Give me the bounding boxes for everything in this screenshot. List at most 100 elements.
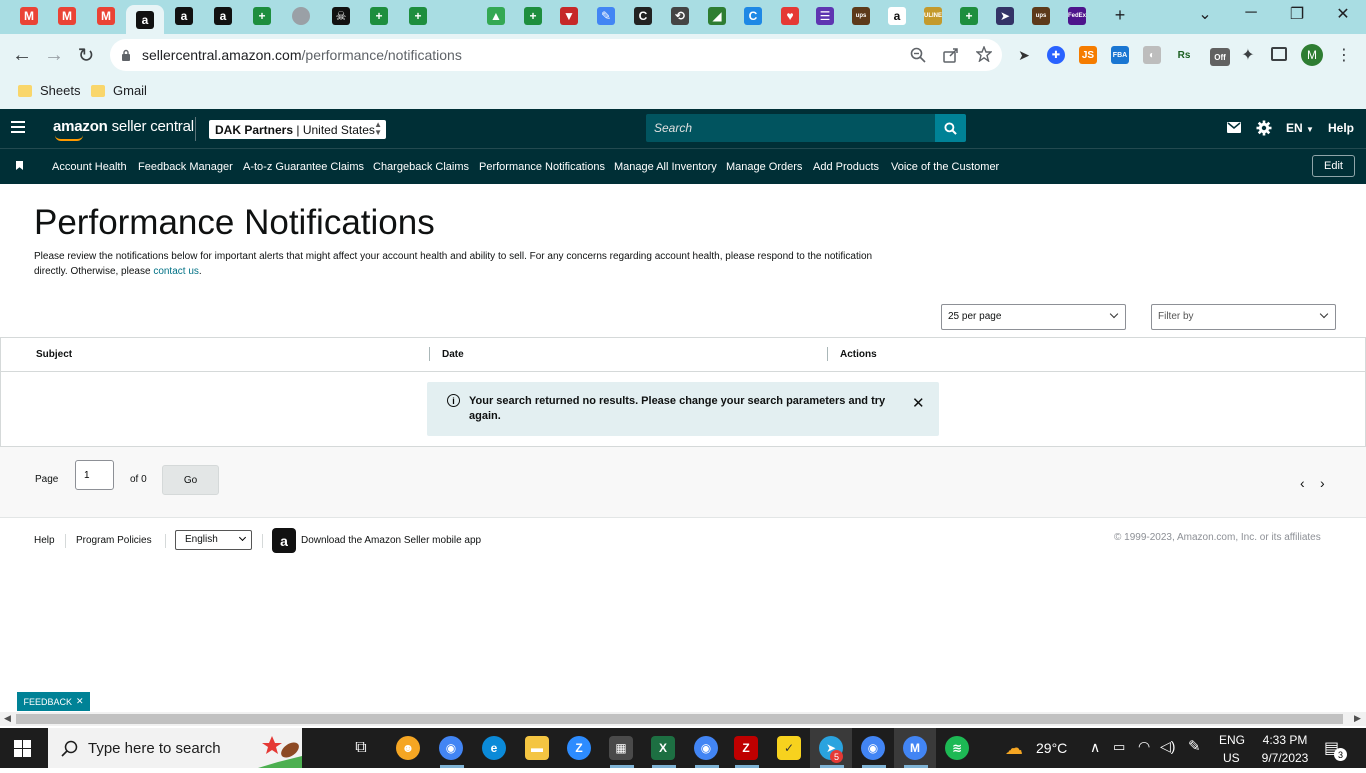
browser-tab[interactable]: ULINE	[922, 5, 944, 27]
app-emoji-icon[interactable]: ☻	[396, 736, 420, 760]
bookmark-sheets[interactable]: Sheets	[18, 83, 80, 98]
browser-tab[interactable]: ✎	[595, 5, 617, 27]
weather-icon[interactable]: ☁	[1005, 738, 1023, 759]
excel-icon[interactable]: X	[651, 736, 675, 760]
nav-manage-inventory[interactable]: Manage All Inventory	[614, 161, 717, 173]
feedback-tab[interactable]: FEEDBACK ✕	[17, 692, 90, 711]
weather-temp[interactable]: 29°C	[1036, 740, 1067, 756]
browser-tab[interactable]: M	[95, 5, 117, 27]
bookmark-star-icon[interactable]	[976, 46, 992, 62]
help-link[interactable]: Help	[1328, 121, 1354, 135]
browser-tab[interactable]: +	[407, 5, 429, 27]
next-page-icon[interactable]: ›	[1320, 475, 1325, 491]
new-tab-button[interactable]: +	[1105, 5, 1135, 26]
filter-by-select[interactable]: Filter by	[1151, 304, 1336, 330]
browser-tab[interactable]: ⟲	[669, 5, 691, 27]
browser-tab[interactable]: a	[886, 5, 908, 27]
calculator-icon[interactable]: ▦	[609, 736, 633, 760]
bookmark-icon[interactable]	[16, 161, 23, 170]
go-button[interactable]: Go	[162, 465, 219, 495]
reload-icon[interactable]: ↻	[73, 42, 99, 68]
close-icon[interactable]: ✕	[912, 394, 925, 412]
browser-tab[interactable]: ♥	[779, 5, 801, 27]
browser-tab[interactable]: C	[632, 5, 654, 27]
extension-off-icon[interactable]: Off	[1210, 48, 1230, 66]
close-icon[interactable]: ✕	[76, 696, 84, 707]
taskbar-search-box[interactable]: Type here to search	[48, 728, 302, 768]
zoom-icon[interactable]	[910, 47, 926, 63]
download-app-link[interactable]: Download the Amazon Seller mobile app	[301, 535, 481, 546]
extension-blue-icon[interactable]: ✚	[1047, 46, 1065, 64]
restore-button[interactable]: ❐	[1282, 4, 1312, 24]
volume-icon[interactable]: ◁)	[1160, 738, 1175, 755]
chrome-profile-icon[interactable]: ◉	[694, 736, 718, 760]
nav-voice-of-customer[interactable]: Voice of the Customer	[891, 161, 999, 173]
chrome-icon[interactable]: ◉	[861, 736, 885, 760]
browser-tab[interactable]	[446, 5, 468, 27]
browser-tab[interactable]	[290, 5, 312, 27]
browser-tab[interactable]: ➤	[994, 5, 1016, 27]
nav-manage-orders[interactable]: Manage Orders	[726, 161, 802, 173]
minimize-button[interactable]: ─	[1236, 4, 1266, 22]
clock[interactable]: 4:33 PM 9/7/2023	[1258, 733, 1312, 765]
browser-menu-icon[interactable]: ⋮	[1331, 42, 1357, 68]
scroll-left-icon[interactable]: ◀	[4, 713, 11, 724]
browser-tab[interactable]: M	[18, 5, 40, 27]
profile-avatar[interactable]: M	[1301, 44, 1323, 66]
edge-icon[interactable]: e	[482, 736, 506, 760]
browser-tab[interactable]: ▲	[485, 5, 507, 27]
browser-tab[interactable]: ▼	[558, 5, 580, 27]
extension-fba-icon[interactable]: FBA	[1111, 46, 1129, 64]
wifi-icon[interactable]: ◠	[1138, 738, 1150, 755]
nav-feedback-manager[interactable]: Feedback Manager	[138, 161, 233, 173]
pen-icon[interactable]: ✎	[1188, 737, 1201, 755]
nav-performance-notifications[interactable]: Performance Notifications	[479, 161, 605, 173]
seller-search-input[interactable]	[646, 114, 935, 142]
browser-tab[interactable]: ◢	[706, 5, 728, 27]
previous-page-icon[interactable]: ‹	[1300, 475, 1305, 491]
footer-help-link[interactable]: Help	[34, 535, 55, 546]
footer-language-select[interactable]: English	[175, 530, 252, 550]
browser-tab[interactable]: ups	[850, 5, 872, 27]
seller-central-logo[interactable]: amazon seller central	[53, 118, 194, 141]
extension-js-icon[interactable]: JS	[1079, 46, 1097, 64]
nav-a-to-z-claims[interactable]: A-to-z Guarantee Claims	[243, 161, 364, 173]
share-icon[interactable]	[943, 47, 959, 63]
spotify-icon[interactable]: ≋	[945, 736, 969, 760]
amazon-seller-app-icon[interactable]: a	[272, 528, 296, 553]
browser-tab[interactable]: ups	[1030, 5, 1052, 27]
browser-tab[interactable]: a	[173, 5, 195, 27]
extension-rs-icon[interactable]: Rs	[1175, 46, 1193, 64]
sticky-notes-icon[interactable]: ✓	[777, 736, 801, 760]
nav-account-health[interactable]: Account Health	[52, 161, 127, 173]
browser-tab[interactable]: C	[742, 5, 764, 27]
column-date[interactable]: Date	[442, 349, 464, 360]
nav-chargeback-claims[interactable]: Chargeback Claims	[373, 161, 469, 173]
mail-icon[interactable]	[1227, 122, 1241, 133]
task-view-icon[interactable]: ⧉	[349, 736, 373, 760]
contact-us-link[interactable]: contact us	[153, 266, 199, 277]
file-explorer-icon[interactable]: ▬	[525, 736, 549, 760]
browser-tab[interactable]: FedEx	[1066, 5, 1088, 27]
zoom-app-icon[interactable]: Z	[567, 736, 591, 760]
browser-tab[interactable]: +	[522, 5, 544, 27]
browser-tab[interactable]: ☠	[330, 5, 352, 27]
language-menu[interactable]: EN ▼	[1286, 121, 1314, 135]
settings-gear-icon[interactable]	[1256, 120, 1272, 136]
browser-tab[interactable]: M	[56, 5, 78, 27]
address-bar[interactable]: sellercentral.amazon.com/performance/not…	[110, 39, 1002, 71]
filezilla-icon[interactable]: Z	[734, 736, 758, 760]
column-subject[interactable]: Subject	[36, 349, 72, 360]
browser-tab[interactable]: +	[251, 5, 273, 27]
close-window-button[interactable]: ✕	[1328, 4, 1358, 24]
battery-icon[interactable]: ▭	[1113, 739, 1125, 755]
side-panel-icon[interactable]	[1271, 47, 1287, 61]
windows-start-icon[interactable]	[14, 740, 31, 757]
search-button[interactable]	[935, 114, 966, 142]
browser-tab[interactable]: +	[368, 5, 390, 27]
chrome-profile-icon[interactable]: ◉	[439, 736, 463, 760]
extension-photo-icon[interactable]: ◐	[1143, 46, 1161, 64]
program-policies-link[interactable]: Program Policies	[76, 535, 152, 546]
page-number-input[interactable]	[75, 460, 114, 490]
extensions-puzzle-icon[interactable]: ✦	[1239, 46, 1257, 64]
